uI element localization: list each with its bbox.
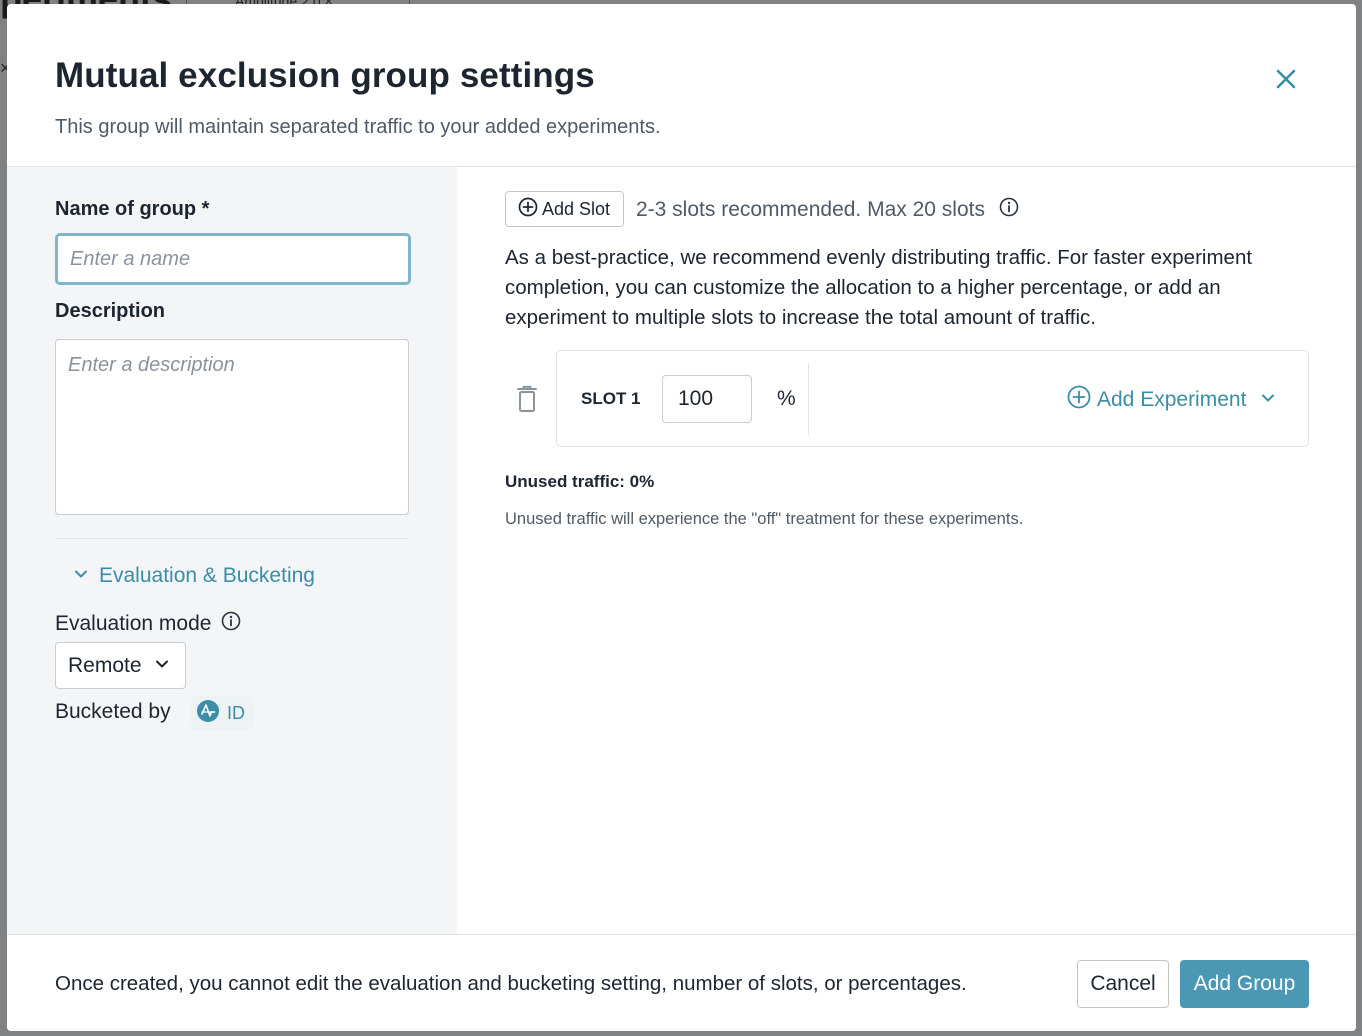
slots-hint: 2-3 slots recommended. Max 20 slots (636, 197, 1019, 223)
bucketing-key-value: ID (227, 702, 245, 723)
chevron-down-icon (1260, 388, 1276, 412)
modal-title: Mutual exclusion group settings (55, 56, 595, 95)
evaluation-mode-row: Evaluation mode (55, 611, 241, 637)
plus-circle-icon (518, 197, 538, 222)
cancel-button[interactable]: Cancel (1077, 960, 1169, 1008)
info-icon[interactable] (999, 197, 1019, 223)
evaluation-mode-value: Remote (68, 653, 142, 677)
footer-note: Once created, you cannot edit the evalua… (55, 972, 967, 995)
section-divider (55, 538, 409, 539)
group-name-input[interactable] (55, 233, 411, 285)
percent-sign: % (777, 387, 796, 410)
add-experiment-button[interactable]: Add Experiment (1067, 385, 1276, 415)
trash-icon[interactable] (515, 385, 539, 415)
bucketed-by-label: Bucketed by (55, 700, 171, 723)
slot-divider (808, 363, 809, 435)
unused-traffic-label: Unused traffic: 0% (505, 472, 655, 491)
best-practice-text: As a best-practice, we recommend evenly … (505, 246, 1253, 329)
slot-card: SLOT 1 % Add Experiment (556, 350, 1309, 447)
group-details-panel: Name of group * Description Evaluation &… (7, 167, 457, 934)
close-icon[interactable] (1271, 64, 1301, 94)
slots-panel: Add Slot 2-3 slots recommended. Max 20 s… (457, 167, 1356, 934)
evaluation-mode-label: Evaluation mode (55, 612, 212, 635)
add-slot-button[interactable]: Add Slot (505, 191, 624, 227)
modal-footer: Once created, you cannot edit the evalua… (7, 934, 1356, 1031)
plus-circle-icon (1067, 385, 1091, 415)
modal-header: Mutual exclusion group settings This gro… (7, 4, 1356, 167)
mutual-exclusion-modal: Mutual exclusion group settings This gro… (7, 4, 1356, 1031)
chevron-down-icon (154, 654, 170, 678)
description-label: Description (55, 300, 166, 322)
info-icon[interactable] (221, 611, 241, 637)
add-experiment-label: Add Experiment (1097, 388, 1247, 411)
evaluation-bucketing-label: Evaluation & Bucketing (99, 564, 315, 587)
add-slot-label: Add Slot (542, 198, 611, 219)
chevron-down-icon (73, 564, 89, 588)
amplitude-logo-icon (197, 699, 219, 727)
slot-percent-input[interactable] (662, 375, 752, 423)
name-of-group-label: Name of group * (55, 198, 210, 220)
evaluation-bucketing-toggle[interactable]: Evaluation & Bucketing (73, 563, 315, 589)
evaluation-mode-select[interactable]: Remote (55, 642, 186, 689)
add-group-button[interactable]: Add Group (1180, 960, 1309, 1008)
description-textarea[interactable] (55, 339, 409, 515)
unused-traffic-note: Unused traffic will experience the "off"… (505, 510, 1024, 528)
modal-subtitle: This group will maintain separated traff… (55, 116, 661, 138)
slot-label: SLOT 1 (581, 389, 641, 408)
slots-hint-text: 2-3 slots recommended. Max 20 slots (636, 198, 985, 221)
bucketing-key-chip: ID (191, 696, 253, 730)
